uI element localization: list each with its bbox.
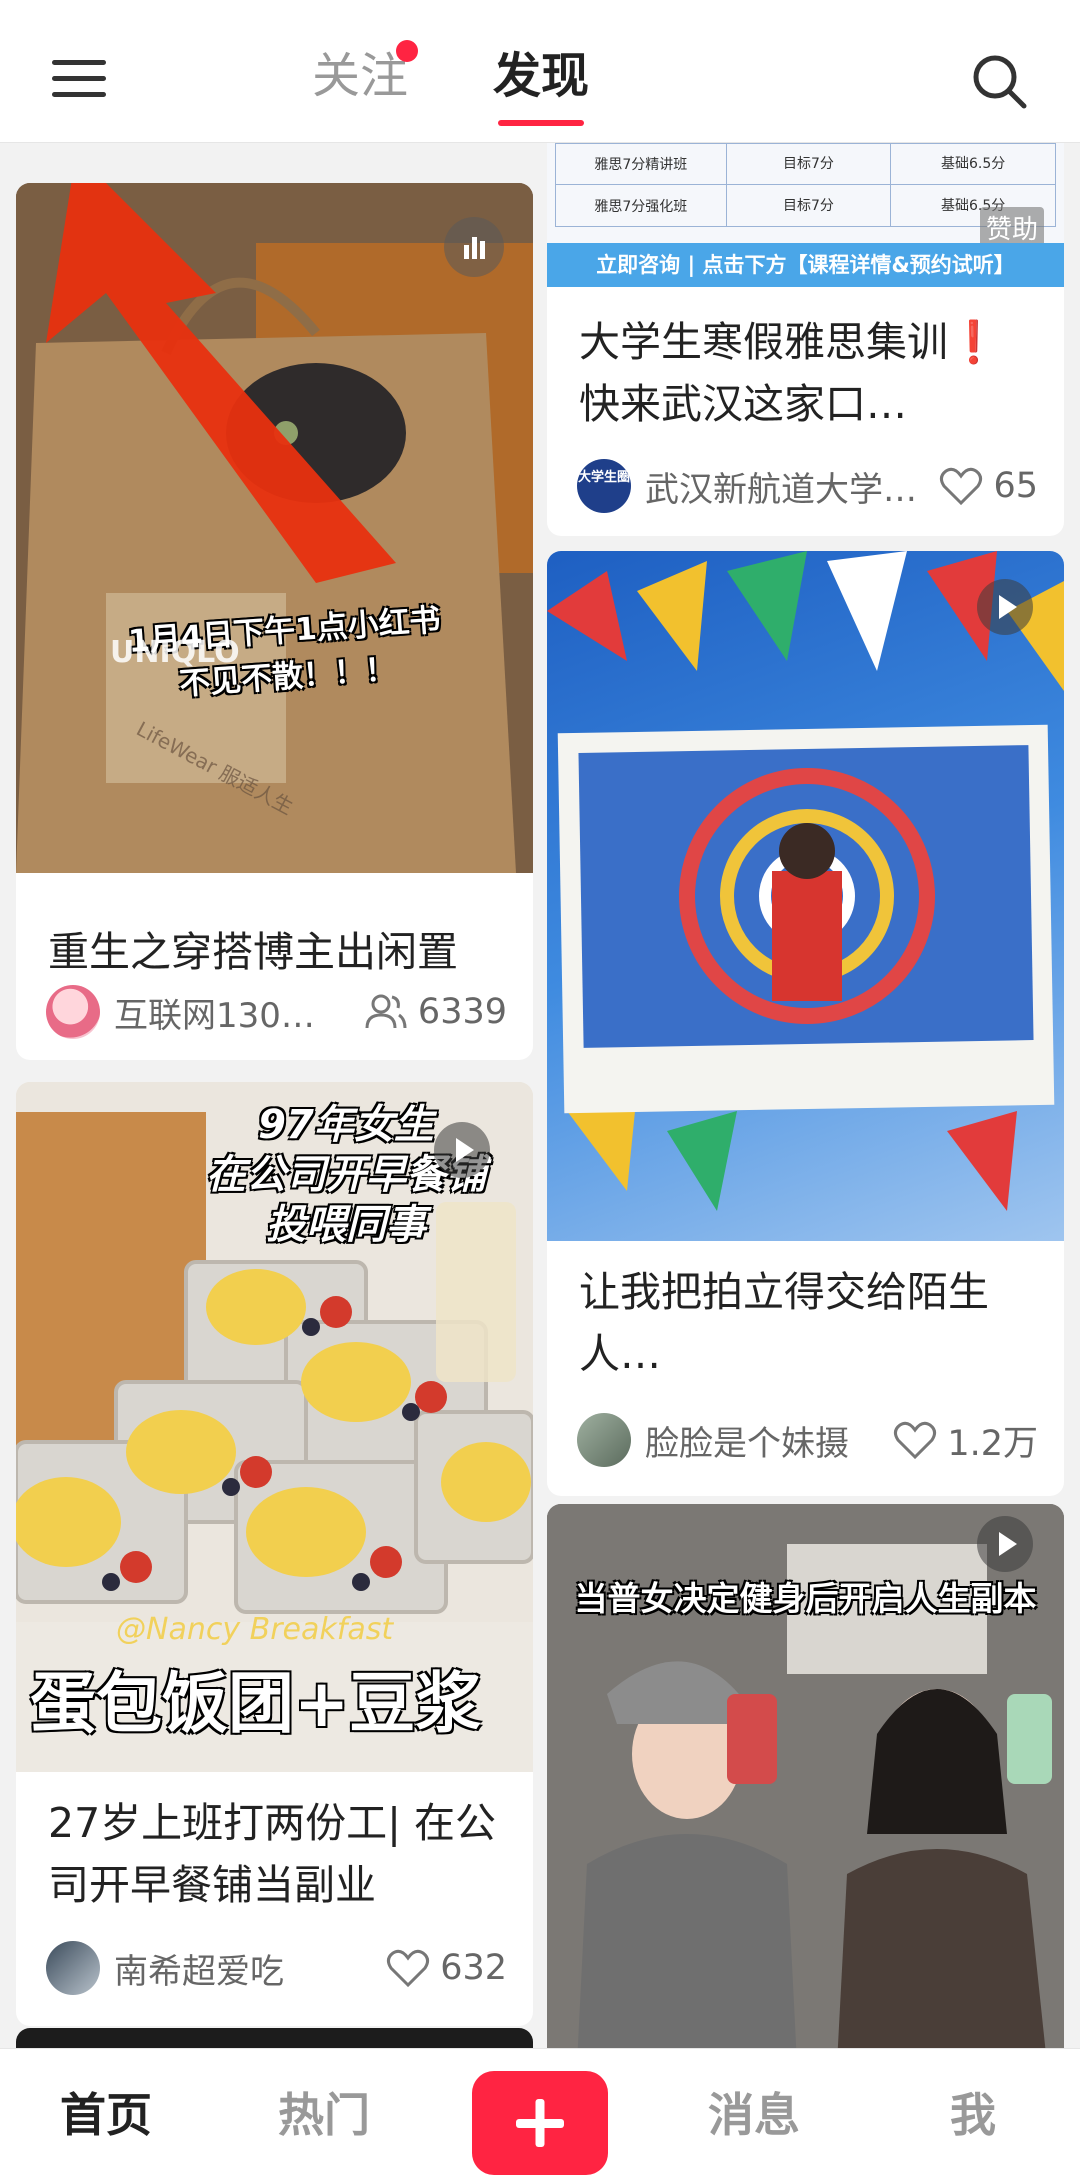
author-name[interactable]: 武汉新航道大学… [645,462,929,511]
note-title[interactable]: 让我把拍立得交给陌生人… [579,1261,1038,1385]
video-play-icon [977,579,1033,635]
video-play-icon [434,1122,490,1178]
view-count: 6339 [364,992,507,1032]
note-card[interactable]: 97年女生 在公司开早餐铺 投喂同事 @Nancy Breakfast 蛋包饭团… [16,1082,533,2026]
avatar[interactable] [577,1413,631,1467]
nav-messages[interactable]: 消息 [708,2083,800,2147]
avatar[interactable]: 大学生圈 [577,459,631,513]
discover-feed[interactable]: 1月4日下午1点小红书不见不散！！！ UNIQLO LifeWear 服适人生 … [0,143,1080,2048]
note-card[interactable]: 让我把拍立得交给陌生人… 脸脸是个妹摄 1.2万 [547,551,1064,1496]
heart-icon [894,1421,937,1460]
app-screen: 关注 发现 1月4日下午1点小红书不见不散！！！ UNIQLO LifeWear… [0,0,1080,2184]
ad-table-cell: 雅思7分强化班 [594,198,688,215]
ad-card[interactable]: 雅思7分精讲班 目标7分 基础6.5分 雅思7分强化班 目标7分 基础6.5分 … [547,143,1064,536]
count-label: 6339 [417,992,507,1032]
note-cover-image[interactable]: 1月4日下午1点小红书不见不散！！！ UNIQLO LifeWear 服适人生 [16,183,533,873]
nav-hot[interactable]: 热门 [278,2083,370,2147]
tab-discover[interactable]: 发现 [493,44,589,108]
menu-icon[interactable] [52,56,110,102]
like-button[interactable]: 65 [939,466,1038,506]
tab-follow[interactable]: 关注 [312,44,408,108]
search-icon[interactable] [970,52,1030,112]
watermark: @Nancy Breakfast [116,1612,394,1647]
note-card[interactable]: 1月4日下午1点小红书不见不散！！！ UNIQLO LifeWear 服适人生 … [16,183,533,1060]
avatar[interactable] [46,985,100,1039]
top-bar: 关注 发现 [0,0,1080,143]
note-meta: 大学生圈 武汉新航道大学… 65 [577,457,1038,515]
notification-dot [396,40,418,62]
people-icon [365,994,407,1029]
like-count: 632 [440,1948,507,1988]
like-count: 1.2万 [947,1423,1038,1464]
annotation-arrow-icon [46,183,396,583]
nav-home[interactable]: 首页 [60,2083,152,2147]
note-title[interactable]: 重生之穿搭博主出闲置 [48,921,507,983]
heart-icon [940,467,983,506]
note-cover-image[interactable]: 当普女决定健身后开启人生副本 [547,1504,1064,2048]
plus-icon [516,2099,564,2147]
caption-line: 投喂同事 [266,1202,426,1248]
add-post-button[interactable] [472,2071,608,2175]
nav-me[interactable]: 我 [950,2083,996,2147]
ad-table-cell: 目标7分 [725,184,891,227]
note-cover-image[interactable] [547,551,1064,1241]
note-meta: 互联网130… 6339 [46,983,507,1041]
note-card[interactable]: 当普女决定健身后开启人生副本 [547,1504,1064,2048]
like-button[interactable]: 1.2万 [893,1415,1038,1466]
image-caption: 当普女决定健身后开启人生副本 [574,1579,1037,1618]
bottom-nav: 首页 热门 消息 我 [0,2048,1080,2184]
like-count: 65 [993,466,1038,506]
image-bottom-text: 蛋包饭团+豆浆 [30,1665,482,1742]
sponsored-badge: 赞助 [979,207,1044,248]
author-name[interactable]: 互联网130… [114,988,354,1037]
note-card[interactable] [16,2028,533,2048]
author-name[interactable]: 脸脸是个妹摄 [645,1416,883,1465]
ad-table-cell: 雅思7分精讲班 [594,157,688,173]
note-meta: 南希超爱吃 632 [46,1939,507,1997]
active-tab-indicator [498,120,584,126]
heart-icon [387,1949,430,1988]
note-title[interactable]: 大学生寒假雅思集训❗快来武汉这家口… [579,311,1038,435]
video-play-icon [977,1516,1033,1572]
note-meta: 脸脸是个妹摄 1.2万 [577,1411,1038,1469]
note-title[interactable]: 27岁上班打两份工| 在公司开早餐铺当副业 [48,1792,507,1916]
ad-image[interactable]: 雅思7分精讲班 目标7分 基础6.5分 雅思7分强化班 目标7分 基础6.5分 … [547,143,1064,287]
avatar[interactable] [46,1941,100,1995]
ad-banner: 立即咨询 | 点击下方【课程详情&预约试听】 [547,243,1064,287]
author-name[interactable]: 南希超爱吃 [114,1944,376,1993]
ad-table-cell: 基础6.5分 [890,143,1055,185]
ad-table-cell: 目标7分 [725,143,891,185]
avatar-text: 大学生圈 [577,470,630,485]
like-button[interactable]: 632 [386,1948,507,1988]
note-cover-image[interactable]: 97年女生 在公司开早餐铺 投喂同事 @Nancy Breakfast 蛋包饭团… [16,1082,533,1772]
